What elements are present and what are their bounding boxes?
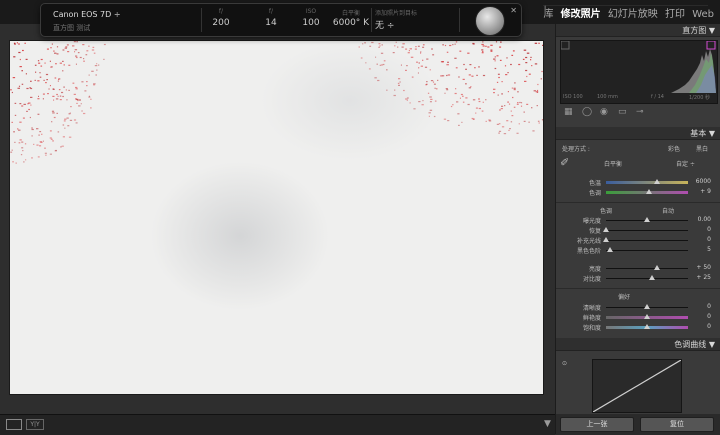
module-develop[interactable]: 修改照片 [561, 9, 601, 20]
histogram-graph [561, 41, 717, 93]
red-eye-tool-icon[interactable]: ◉ [600, 107, 608, 117]
camera-model-selector[interactable]: Canon EOS 7D ÷ [53, 10, 121, 19]
shutter-readout: f/ 200 [201, 8, 241, 28]
develop-right-panel: 直方图 ▼ ISO 100 100 mm f / 14 1/200 秒 ▦ ◯ … [555, 24, 720, 434]
close-icon[interactable]: ✕ [510, 6, 517, 15]
module-slideshow[interactable]: 幻灯片放映 [608, 9, 658, 20]
slider-clarity[interactable]: 清晰度 0 [556, 303, 720, 312]
slider-tint[interactable]: 色调 + 9 [556, 188, 720, 197]
reset-button[interactable]: 复位 [640, 417, 714, 432]
bottom-toolbar: Y|Y ▼ [0, 414, 555, 435]
highlight-clipping-overlay [10, 41, 543, 394]
histogram: ISO 100 100 mm f / 14 1/200 秒 [560, 40, 718, 104]
white-balance-eyedropper-icon[interactable]: ✐ [560, 156, 569, 169]
highlight-clip-indicator [707, 41, 715, 49]
loupe-view-icon[interactable] [6, 419, 22, 430]
slider-fill-light[interactable]: 补充光线 0 [556, 236, 720, 245]
slider-exposure[interactable]: 曝光度 0.00 [556, 216, 720, 225]
slider-contrast[interactable]: 对比度 + 25 [556, 274, 720, 283]
camera-info-overlay: Canon EOS 7D ÷ 直方图 测试 f/ 200 f/ 14 ISO 1… [40, 3, 522, 37]
module-web[interactable]: Web [692, 9, 714, 20]
module-print[interactable]: 打印 [665, 9, 685, 20]
crop-tool-icon[interactable]: ▦ [564, 107, 573, 117]
histogram-header[interactable]: 直方图 ▼ [556, 24, 720, 37]
white-balance-selector[interactable]: 自定 ÷ [676, 159, 695, 168]
target-adjust-icon[interactable]: ⊙ [562, 360, 567, 367]
slider-brightness[interactable]: 亮度 + 50 [556, 264, 720, 273]
chevron-down-icon[interactable]: ▼ [544, 419, 551, 430]
spot-removal-tool-icon[interactable]: ◯ [582, 107, 592, 117]
photo-canvas[interactable] [10, 41, 543, 394]
overlay-dial-knob[interactable] [475, 6, 505, 36]
adjustment-brush-icon[interactable]: ⊸ [636, 107, 644, 117]
aperture-readout: f/ 14 [251, 8, 291, 28]
shadow-clip-indicator [561, 41, 569, 49]
module-picker: | 库 | 修改照片 | 幻灯片放映 | 打印 | Web [539, 5, 714, 20]
compare-view-button[interactable]: Y|Y [26, 419, 44, 430]
basic-header[interactable]: 基本 ▼ [556, 127, 720, 140]
slider-blacks[interactable]: 黑色色阶 5 [556, 246, 720, 255]
previous-button[interactable]: 上一张 [560, 417, 634, 432]
treatment-color-button[interactable]: 彩色 [668, 144, 680, 153]
tool-strip: ▦ ◯ ◉ ▭ ⊸ [560, 106, 716, 120]
slider-temperature[interactable]: 色温 6000 [556, 178, 720, 187]
graduated-filter-icon[interactable]: ▭ [618, 107, 627, 117]
slider-vibrance[interactable]: 鲜艳度 0 [556, 313, 720, 322]
slider-recovery[interactable]: 恢复 0 [556, 226, 720, 235]
tone-auto-button[interactable]: 自动 [662, 206, 674, 215]
target-collection-selector[interactable]: 添加照片到目标 无 ÷ [371, 8, 445, 31]
tone-curve-header[interactable]: 色调曲线 ▼ [556, 338, 720, 351]
photo-viewer [0, 24, 555, 414]
treatment-bw-button[interactable]: 黑白 [696, 144, 708, 153]
slider-saturation[interactable]: 饱和度 0 [556, 323, 720, 332]
preset-label: 直方图 测试 [53, 23, 90, 33]
tone-curve-graph[interactable] [592, 359, 682, 413]
panel-button-bar: 上一张 复位 [556, 414, 720, 434]
